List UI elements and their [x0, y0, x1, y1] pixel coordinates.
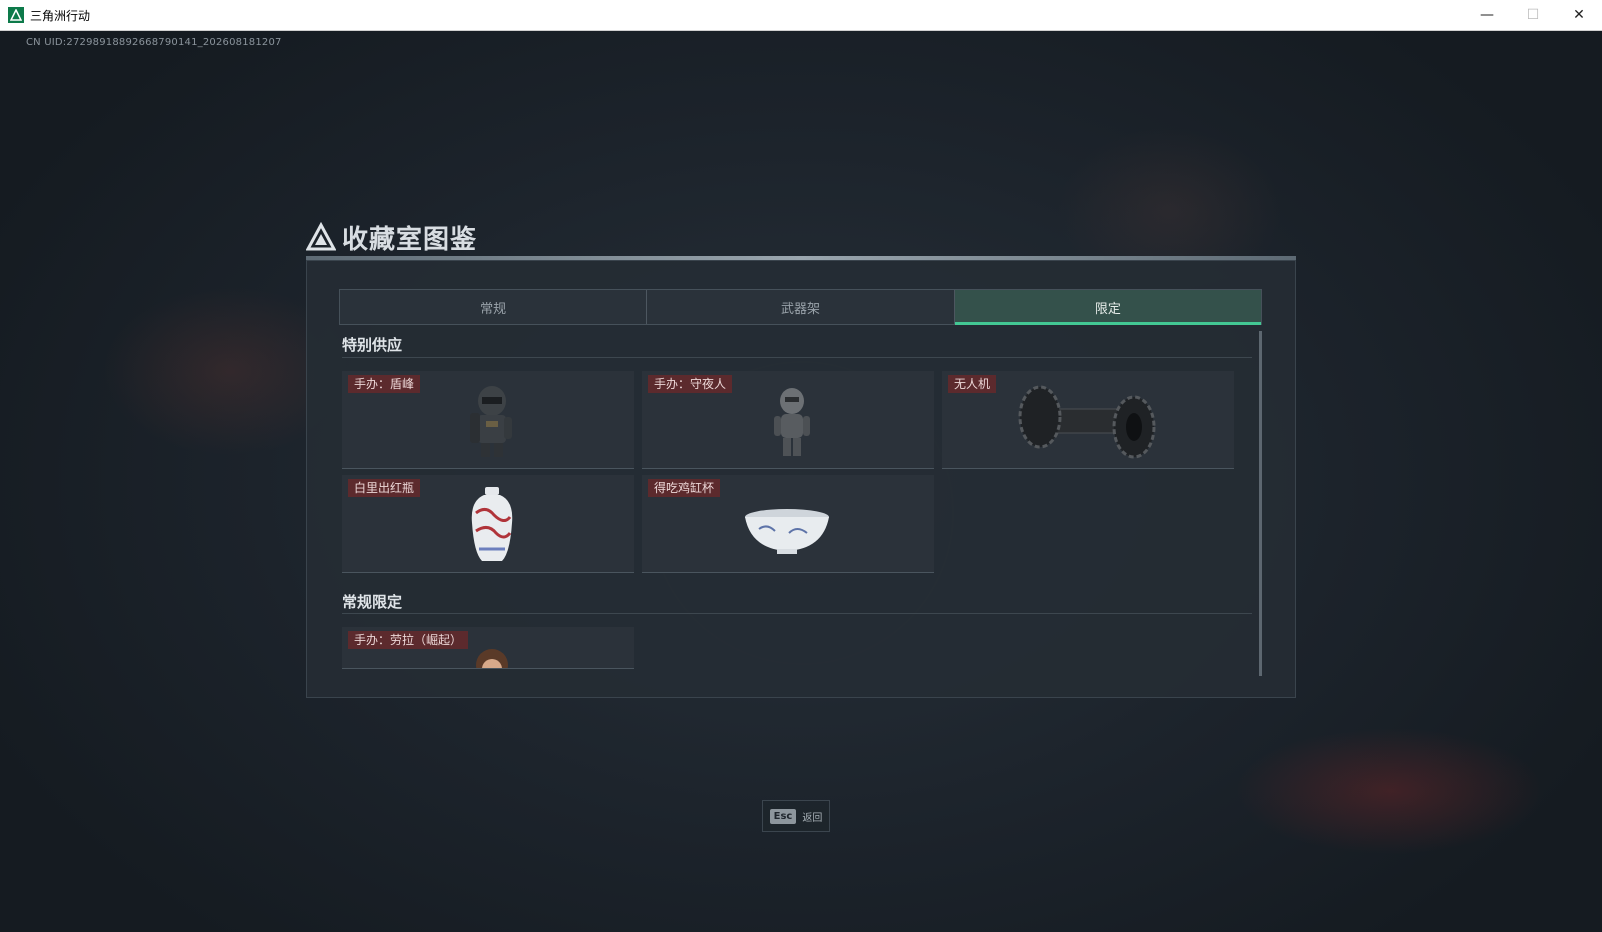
item-label: 手办：劳拉（崛起） — [348, 631, 469, 649]
tab-regular[interactable]: 常规 — [340, 290, 646, 324]
window-titlebar: 三角洲行动 — ☐ ✕ — [0, 0, 1602, 31]
figurine-lara-icon — [476, 649, 508, 668]
window-title: 三角洲行动 — [30, 8, 91, 23]
back-button[interactable]: Esc 返回 — [762, 800, 830, 832]
figurine-armored-icon — [470, 386, 512, 457]
item-card-drone[interactable]: 无人机 — [942, 371, 1234, 469]
porcelain-vase-icon — [471, 487, 513, 561]
maximize-button[interactable]: ☐ — [1510, 0, 1556, 30]
item-card-bowl[interactable]: 得吃鸡缸杯 — [642, 475, 934, 573]
item-label: 手办：盾峰 — [348, 375, 421, 393]
panel-header: 收藏室图鉴 — [306, 217, 986, 257]
section-title-regular-limited: 常规限定 — [342, 593, 403, 611]
esc-key-hint: Esc — [769, 808, 797, 824]
tab-limited[interactable]: 限定 — [953, 290, 1262, 325]
item-label: 手办：守夜人 — [648, 375, 733, 393]
page-title: 收藏室图鉴 — [342, 224, 478, 255]
collection-panel: 常规 武器架 限定 特别供应 手办：盾峰 手办：守夜人 无人机 白里出红瓶 得吃… — [306, 260, 1296, 698]
item-card-lara[interactable]: 手办：劳拉（崛起） — [342, 627, 634, 669]
item-card-night-watcher[interactable]: 手办：守夜人 — [642, 371, 934, 469]
item-label: 得吃鸡缸杯 — [648, 479, 721, 497]
figurine-robot-icon — [774, 388, 810, 456]
item-label: 白里出红瓶 — [348, 479, 421, 497]
app-logo-icon — [8, 7, 24, 23]
close-button[interactable]: ✕ — [1556, 0, 1602, 30]
tab-bar: 常规 武器架 限定 — [339, 289, 1262, 325]
section-divider — [342, 357, 1252, 358]
uid-text: CN UID:27298918892668790141_202608181207 — [26, 37, 282, 48]
item-label: 无人机 — [948, 375, 997, 393]
item-card-shield-peak[interactable]: 手办：盾峰 — [342, 371, 634, 469]
scrollbar[interactable] — [1259, 331, 1262, 676]
section-divider — [342, 613, 1252, 614]
back-label: 返回 — [802, 812, 823, 824]
delta-logo-icon — [306, 222, 336, 251]
drone-roller-icon — [1018, 385, 1156, 459]
porcelain-bowl-icon — [745, 509, 829, 554]
game-viewport: CN UID:27298918892668790141_202608181207… — [0, 31, 1602, 932]
minimize-button[interactable]: — — [1464, 0, 1510, 30]
tab-weapon-rack[interactable]: 武器架 — [646, 290, 953, 324]
item-card-vase[interactable]: 白里出红瓶 — [342, 475, 634, 573]
section-title-special-supply: 特别供应 — [342, 336, 403, 354]
